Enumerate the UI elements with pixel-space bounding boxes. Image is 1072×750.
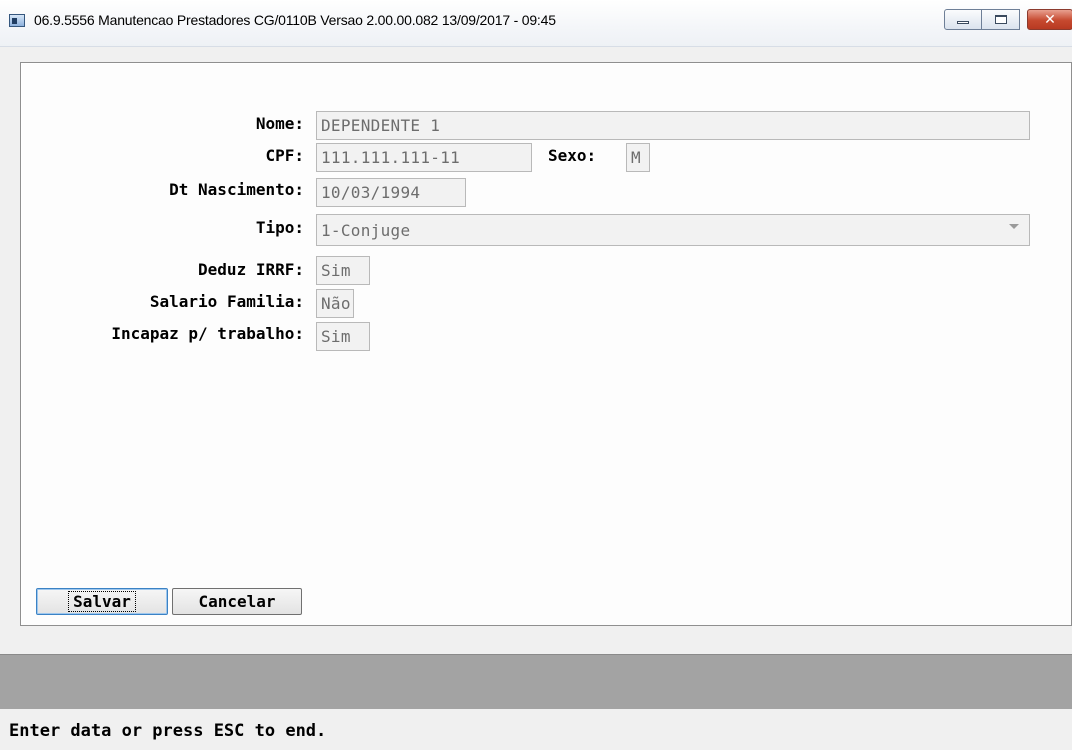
salario-familia-label: Salario Familia: <box>149 292 304 311</box>
nome-label: Nome: <box>255 114 304 133</box>
dt-nascimento-field[interactable]: 10/03/1994 <box>316 178 466 207</box>
maximize-button[interactable] <box>982 9 1020 30</box>
incapaz-trabalho-label: Incapaz p/ trabalho: <box>111 324 304 343</box>
cpf-field[interactable]: 111.111.111-11 <box>316 143 532 172</box>
tipo-label: Tipo: <box>255 218 304 237</box>
tipo-select[interactable]: 1-Conjuge <box>316 214 1030 246</box>
save-button[interactable]: Salvar <box>36 588 168 615</box>
deduz-irrf-label: Deduz IRRF: <box>198 260 304 279</box>
tipo-selected-value: 1-Conjuge <box>321 221 411 240</box>
deduz-irrf-field[interactable]: Sim <box>316 256 370 285</box>
minimize-icon <box>957 21 969 24</box>
app-window-icon[interactable] <box>9 14 25 27</box>
salario-familia-field[interactable]: Não <box>316 289 354 318</box>
chevron-down-icon[interactable] <box>1009 224 1019 229</box>
cpf-label: CPF: <box>265 146 304 165</box>
minimize-button[interactable] <box>944 9 982 30</box>
status-bar: Enter data or press ESC to end. <box>0 709 1072 750</box>
title-bar: 06.9.5556 Manutencao Prestadores CG/0110… <box>0 0 1072 47</box>
status-message: Enter data or press ESC to end. <box>9 721 327 741</box>
save-button-label: Salvar <box>68 591 136 612</box>
maximize-icon <box>994 15 1007 24</box>
dt-nascimento-label: Dt Nascimento: <box>169 180 304 199</box>
incapaz-trabalho-field[interactable]: Sim <box>316 322 370 351</box>
toolbar-area <box>0 654 1072 710</box>
window-title: 06.9.5556 Manutencao Prestadores CG/0110… <box>34 12 556 28</box>
close-icon: ✕ <box>1044 11 1056 28</box>
nome-field[interactable]: DEPENDENTE 1 <box>316 111 1030 140</box>
form-panel <box>20 62 1072 626</box>
close-button[interactable]: ✕ <box>1027 9 1072 30</box>
sexo-field[interactable]: M <box>626 143 650 172</box>
sexo-label: Sexo: <box>548 146 597 165</box>
cancel-button[interactable]: Cancelar <box>172 588 302 615</box>
cancel-button-label: Cancelar <box>198 592 276 611</box>
